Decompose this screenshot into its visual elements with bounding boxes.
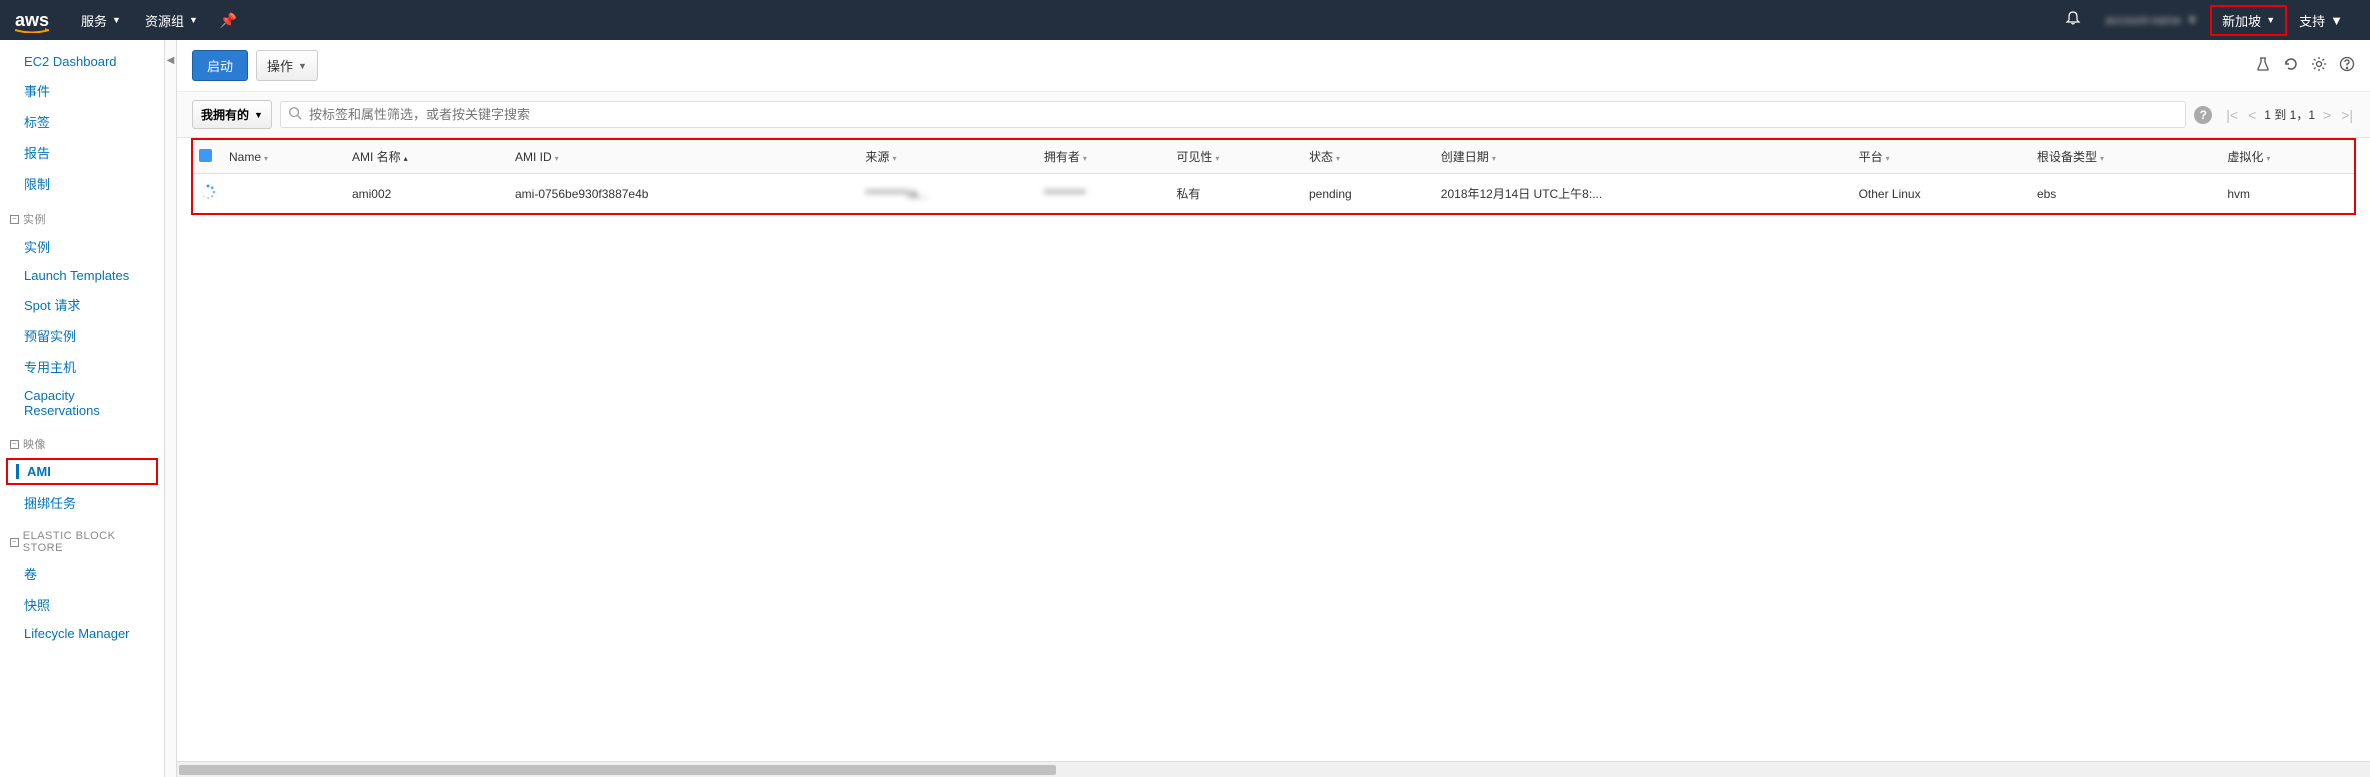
sidebar-splitter[interactable]: ◀ (165, 40, 177, 777)
col-visibility[interactable]: 可见性▾ (1170, 140, 1303, 174)
page-last-icon[interactable]: >| (2339, 107, 2355, 123)
filter-help-icon[interactable]: ? (2194, 106, 2212, 124)
col-status[interactable]: 状态▾ (1303, 140, 1435, 174)
sidebar-section-ebs[interactable]: −ELASTIC BLOCK STORE (0, 524, 164, 558)
notifications-icon[interactable] (2053, 10, 2093, 31)
search-input[interactable] (280, 101, 2186, 128)
sidebar-item-ami[interactable]: AMI (6, 458, 158, 485)
sidebar-item-capacity[interactable]: Capacity Reservations (0, 382, 164, 424)
sidebar-item-bundle[interactable]: 捆绑任务 (0, 487, 164, 518)
loading-spinner-icon (200, 184, 216, 200)
toolbar: 启动 操作▼ (177, 40, 2370, 92)
filter-bar: 我拥有的▼ ? |< < 1 到 1，1 > >| (177, 92, 2370, 138)
sidebar-item-launch-templates[interactable]: Launch Templates (0, 262, 164, 289)
nav-resource-groups[interactable]: 资源组▼ (133, 11, 210, 30)
nav-region[interactable]: 新加坡▼ (2210, 5, 2287, 36)
sidebar-item-instances[interactable]: 实例 (0, 231, 164, 262)
sidebar-item-dashboard[interactable]: EC2 Dashboard (0, 48, 164, 75)
sidebar-item-reports[interactable]: 报告 (0, 137, 164, 168)
cell-platform: Other Linux (1853, 174, 2031, 214)
global-header: aws 服务▼ 资源组▼ 📌 account-name▼ 新加坡▼ 支持▼ (0, 0, 2370, 40)
nav-services[interactable]: 服务▼ (69, 11, 133, 30)
sidebar-section-instances[interactable]: −实例 (0, 205, 164, 231)
sidebar-item-snapshots[interactable]: 快照 (0, 589, 164, 620)
sidebar-item-spot[interactable]: Spot 请求 (0, 289, 164, 320)
actions-button[interactable]: 操作▼ (256, 50, 318, 81)
sidebar-item-events[interactable]: 事件 (0, 75, 164, 106)
pagination: |< < 1 到 1，1 > >| (2224, 106, 2355, 123)
experiment-icon[interactable] (2255, 56, 2271, 76)
sidebar-item-volumes[interactable]: 卷 (0, 558, 164, 589)
cell-owner: ********* (1038, 174, 1171, 214)
cell-root-device: ebs (2031, 174, 2221, 214)
help-icon[interactable] (2339, 56, 2355, 76)
sidebar-item-dedicated[interactable]: 专用主机 (0, 351, 164, 382)
owner-filter-button[interactable]: 我拥有的▼ (192, 100, 272, 129)
sidebar-section-images[interactable]: −映像 (0, 430, 164, 456)
cell-ami-name: ami002 (346, 174, 509, 214)
col-ami-id[interactable]: AMI ID▾ (509, 140, 859, 174)
page-text: 1 到 1，1 (2264, 106, 2315, 123)
nav-support[interactable]: 支持▼ (2287, 11, 2355, 30)
col-source[interactable]: 来源▾ (859, 140, 1037, 174)
cell-ami-id: ami-0756be930f3887e4b (509, 174, 859, 214)
col-root-device[interactable]: 根设备类型▾ (2031, 140, 2221, 174)
table-row[interactable]: ami002 ami-0756be930f3887e4b *********/a… (193, 174, 2354, 214)
pin-icon[interactable]: 📌 (220, 12, 237, 29)
sidebar: EC2 Dashboard 事件 标签 报告 限制 −实例 实例 Launch … (0, 40, 165, 777)
col-created[interactable]: 创建日期▾ (1435, 140, 1853, 174)
page-next-icon[interactable]: > (2321, 107, 2333, 123)
refresh-icon[interactable] (2283, 56, 2299, 76)
page-first-icon[interactable]: |< (2224, 107, 2240, 123)
ami-table-container: Name▾ AMI 名称▴ AMI ID▾ 来源▾ 拥有者▾ 可见性▾ 状态▾ … (191, 138, 2356, 215)
main-content: 启动 操作▼ 我拥有的▼ (177, 40, 2370, 777)
ami-table: Name▾ AMI 名称▴ AMI ID▾ 来源▾ 拥有者▾ 可见性▾ 状态▾ … (193, 140, 2354, 213)
cell-source: *********/a... (859, 174, 1037, 214)
col-owner[interactable]: 拥有者▾ (1038, 140, 1171, 174)
cell-name (223, 174, 346, 214)
sidebar-item-reserved[interactable]: 预留实例 (0, 320, 164, 351)
nav-account[interactable]: account-name▼ (2093, 13, 2210, 27)
cell-status: pending (1303, 174, 1435, 214)
col-virtualization[interactable]: 虚拟化▾ (2221, 140, 2354, 174)
launch-button[interactable]: 启动 (192, 50, 248, 81)
page-prev-icon[interactable]: < (2246, 107, 2258, 123)
col-platform[interactable]: 平台▾ (1853, 140, 2031, 174)
sidebar-item-lifecycle[interactable]: Lifecycle Manager (0, 620, 164, 647)
cell-visibility: 私有 (1170, 174, 1303, 214)
horizontal-scrollbar[interactable] (177, 761, 2370, 777)
settings-icon[interactable] (2311, 56, 2327, 76)
col-ami-name[interactable]: AMI 名称▴ (346, 140, 509, 174)
select-all-checkbox[interactable] (199, 149, 212, 162)
cell-created: 2018年12月14日 UTC上午8:... (1435, 174, 1853, 214)
aws-logo[interactable]: aws (15, 10, 49, 31)
sidebar-item-limits[interactable]: 限制 (0, 168, 164, 199)
search-icon (288, 106, 302, 123)
cell-virtualization: hvm (2221, 174, 2354, 214)
sidebar-item-tags[interactable]: 标签 (0, 106, 164, 137)
col-name[interactable]: Name▾ (223, 140, 346, 174)
